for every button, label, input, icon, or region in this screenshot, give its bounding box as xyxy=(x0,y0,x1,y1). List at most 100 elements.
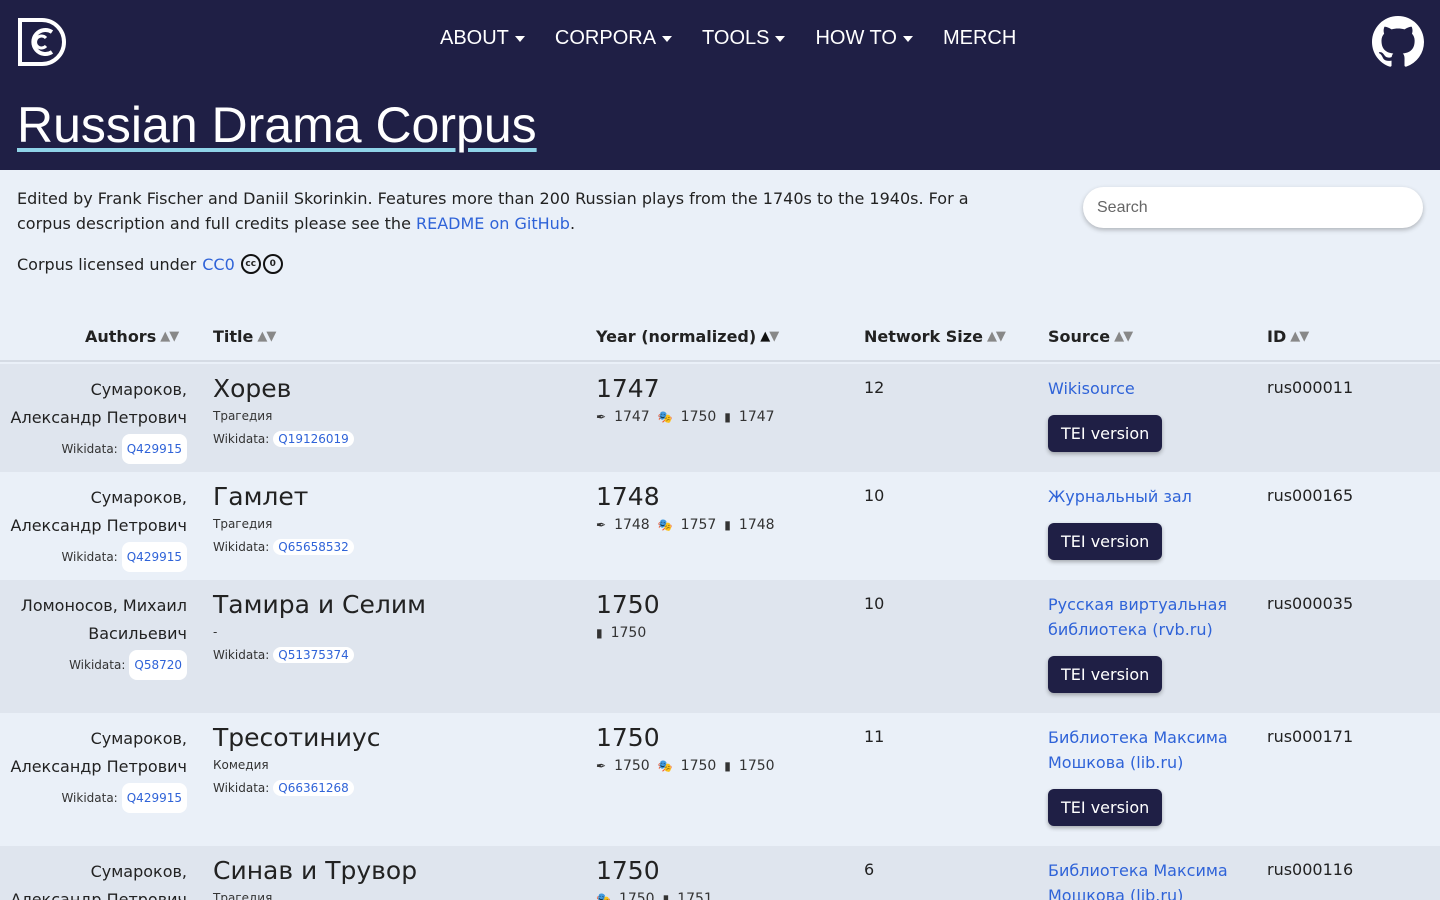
table-header: Authors ▲▼ Title ▲▼ Year (normalized) ▲▼ Ne… xyxy=(0,320,1440,362)
pen-icon: ✒ xyxy=(596,759,607,773)
source-cell: Wikisource TEI version xyxy=(1048,376,1248,452)
dracor-logo-icon[interactable] xyxy=(16,16,68,68)
play-title[interactable]: Тресотиниус xyxy=(213,723,381,752)
network-size: 11 xyxy=(864,727,885,746)
play-title[interactable]: Синав и Трувор xyxy=(213,856,417,885)
column-year[interactable]: Year (normalized) ▲▼ xyxy=(596,327,779,346)
play-id: rus000035 xyxy=(1267,594,1354,613)
top-header: ABOUT CORPORA TOOLS HOW TO MERCH Russian… xyxy=(0,0,1440,170)
wikidata-link[interactable]: Q429915 xyxy=(121,434,187,464)
year-cell: 1750 ▮ 1750 xyxy=(596,590,660,641)
normalized-year: 1748 xyxy=(596,482,660,511)
title-wikidata: Wikidata: Q19126019 xyxy=(213,431,354,447)
author-name[interactable]: Сумароков, Александр Петрович xyxy=(0,858,187,900)
sort-icon[interactable]: ▲▼ xyxy=(257,329,276,344)
wikidata-link[interactable]: Q429915 xyxy=(121,542,187,572)
source-link[interactable]: Библиотека Максима Мошкова (lib.ru) xyxy=(1048,725,1248,775)
readme-link[interactable]: README on GitHub xyxy=(416,214,570,233)
pen-icon: ✒ xyxy=(596,410,607,424)
play-subtitle: - xyxy=(213,625,218,639)
title-wikidata: Wikidata: Q65658532 xyxy=(213,539,354,555)
column-network-size[interactable]: Network Size ▲▼ xyxy=(864,327,1006,346)
chevron-down-icon xyxy=(902,35,913,42)
tei-version-button[interactable]: TEI version xyxy=(1048,656,1163,693)
normalized-year: 1750 xyxy=(596,590,660,619)
table-row: Ломоносов, Михаил Васильевич Wikidata: Q58… xyxy=(0,580,1440,713)
sort-icon[interactable]: ▲▼ xyxy=(1290,329,1309,344)
network-size: 10 xyxy=(864,486,885,505)
play-id: rus000011 xyxy=(1267,378,1354,397)
play-title[interactable]: Хорев xyxy=(213,374,354,403)
page-title[interactable]: Russian Drama Corpus xyxy=(17,96,537,154)
author-name[interactable]: Сумароков, Александр Петрович xyxy=(0,484,187,540)
tei-version-button[interactable]: TEI version xyxy=(1048,415,1163,452)
author-cell: Сумароков, Александр Петрович xyxy=(0,858,187,900)
column-authors[interactable]: Authors ▲▼ xyxy=(85,327,179,346)
title-cell: Гамлет Трагедия Wikidata: Q65658532 xyxy=(213,482,354,555)
author-name[interactable]: Ломоносов, Михаил Васильевич xyxy=(0,592,187,648)
normalized-year: 1750 xyxy=(596,856,660,885)
theater-masks-icon: 🎭 xyxy=(657,410,673,424)
wikidata-link[interactable]: Q51375374 xyxy=(273,647,354,663)
search-input[interactable] xyxy=(1083,187,1423,228)
tei-version-button[interactable]: TEI version xyxy=(1048,789,1163,826)
play-title[interactable]: Гамлет xyxy=(213,482,354,511)
nav-corpora[interactable]: CORPORA xyxy=(555,27,673,50)
sort-icon[interactable]: ▲▼ xyxy=(1114,329,1133,344)
nav-tools[interactable]: TOOLS xyxy=(702,27,786,50)
play-id: rus000171 xyxy=(1267,727,1354,746)
wikidata-link[interactable]: Q19126019 xyxy=(273,431,354,447)
column-source[interactable]: Source ▲▼ xyxy=(1048,327,1133,346)
source-link[interactable]: Библиотека Максима Мошкова (lib.ru) xyxy=(1048,858,1248,900)
author-cell: Сумароков, Александр Петрович Wikidata: Q4… xyxy=(0,725,187,813)
wikidata-link[interactable]: Q66361268 xyxy=(273,780,354,796)
author-wikidata: Wikidata: Q429915 xyxy=(0,783,187,813)
chevron-down-icon xyxy=(514,35,525,42)
play-subtitle: Комедия xyxy=(213,758,269,772)
table-row: Сумароков, Александр Петрович Wikidata: Q4… xyxy=(0,713,1440,846)
year-cell: 1748 ✒ 1748 🎭 1757 ▮ 1748 xyxy=(596,482,775,533)
year-details: ✒ 1747 🎭 1750 ▮ 1747 xyxy=(596,409,775,425)
title-cell: Тамира и Селим - Wikidata: Q51375374 xyxy=(213,590,426,663)
github-icon[interactable] xyxy=(1372,16,1424,68)
main-nav: ABOUT CORPORA TOOLS HOW TO MERCH xyxy=(440,27,1046,50)
wikidata-link[interactable]: Q429915 xyxy=(121,783,187,813)
author-name[interactable]: Сумароков, Александр Петрович xyxy=(0,376,187,432)
wikidata-link[interactable]: Q65658532 xyxy=(273,539,354,555)
network-size: 10 xyxy=(864,594,885,613)
license-line: Corpus licensed under CC0 cc 0 xyxy=(17,254,283,274)
play-subtitle: Трагедия xyxy=(213,517,273,531)
chevron-down-icon xyxy=(775,35,786,42)
sort-icon[interactable]: ▲▼ xyxy=(760,329,779,344)
author-wikidata: Wikidata: Q429915 xyxy=(0,542,187,572)
play-subtitle: Трагедия xyxy=(213,891,273,900)
cc-icon: cc xyxy=(240,254,261,274)
year-cell: 1747 ✒ 1747 🎭 1750 ▮ 1747 xyxy=(596,374,775,425)
title-cell: Тресотиниус Комедия Wikidata: Q66361268 xyxy=(213,723,381,796)
tei-version-button[interactable]: TEI version xyxy=(1048,523,1163,560)
column-title[interactable]: Title ▲▼ xyxy=(213,327,276,346)
column-id[interactable]: ID ▲▼ xyxy=(1267,327,1309,346)
title-wikidata: Wikidata: Q66361268 xyxy=(213,780,381,796)
source-link[interactable]: Журнальный зал xyxy=(1048,484,1248,509)
cc0-badge: cc 0 xyxy=(240,254,283,274)
theater-masks-icon: 🎭 xyxy=(596,892,611,900)
play-title[interactable]: Тамира и Селим xyxy=(213,590,426,619)
author-name[interactable]: Сумароков, Александр Петрович xyxy=(0,725,187,781)
source-link[interactable]: Русская виртуальная библиотека (rvb.ru) xyxy=(1048,592,1248,642)
nav-merch[interactable]: MERCH xyxy=(943,27,1016,50)
year-details: 🎭 1750 ▮ 1751 xyxy=(596,891,713,900)
cc0-link[interactable]: CC0 xyxy=(202,255,235,274)
author-wikidata: Wikidata: Q58720 xyxy=(0,650,187,680)
nav-how-to[interactable]: HOW TO xyxy=(815,27,913,50)
sort-icon[interactable]: ▲▼ xyxy=(987,329,1006,344)
wikidata-link[interactable]: Q58720 xyxy=(129,650,187,680)
year-details: ✒ 1750 🎭 1750 ▮ 1750 xyxy=(596,758,775,774)
nav-about[interactable]: ABOUT xyxy=(440,27,525,50)
theater-masks-icon: 🎭 xyxy=(657,759,673,773)
source-link[interactable]: Wikisource xyxy=(1048,376,1248,401)
sort-icon[interactable]: ▲▼ xyxy=(160,329,179,344)
corpus-description: Edited by Frank Fischer and Daniil Skori… xyxy=(17,189,969,233)
year-details: ▮ 1750 xyxy=(596,625,647,641)
network-size: 12 xyxy=(864,378,885,397)
